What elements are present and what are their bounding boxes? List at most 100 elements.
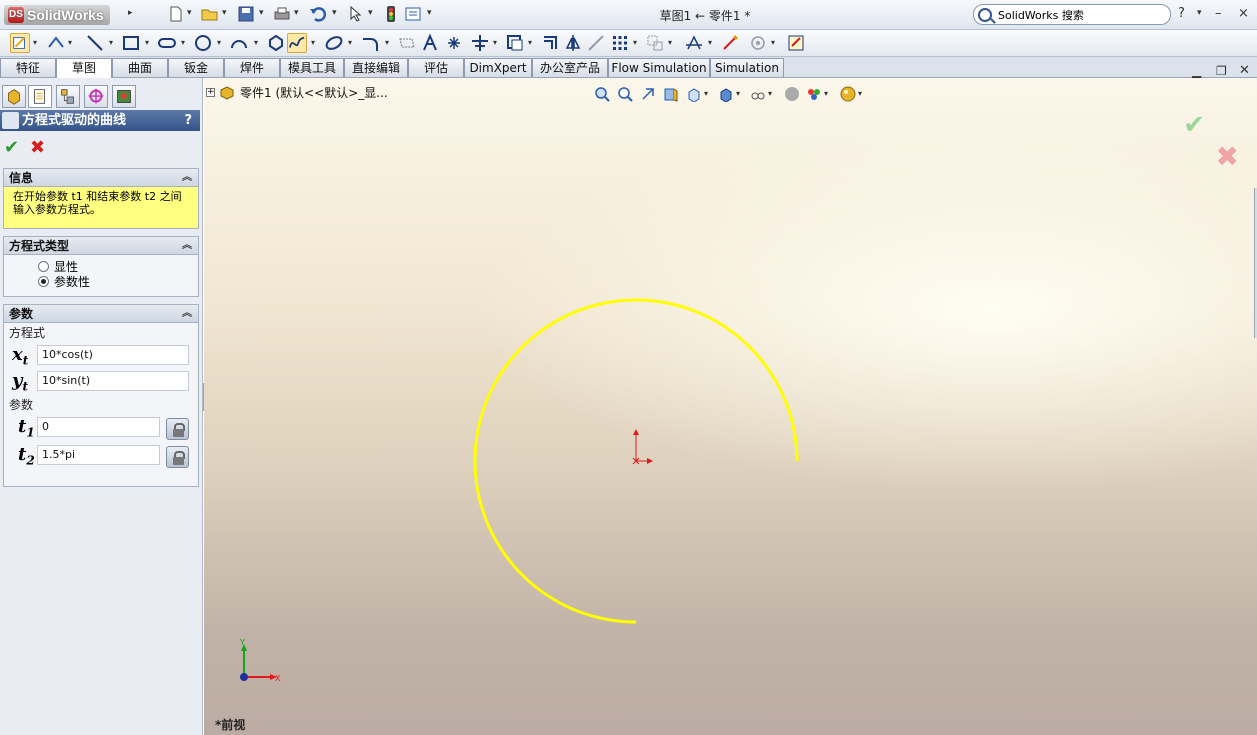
arc-dropdown-arrow[interactable]: ▾ bbox=[254, 38, 258, 47]
tab-sheet-metal[interactable]: 钣金 bbox=[168, 58, 224, 77]
info-message: 在开始参数 t1 和结束参数 t2 之间输入参数方程式。 bbox=[4, 187, 198, 228]
parameters-header[interactable]: 参数 ︽ bbox=[4, 305, 198, 323]
ok-button[interactable]: ✔ bbox=[4, 137, 19, 158]
slot-icon[interactable] bbox=[157, 33, 177, 53]
triad-x-label: X bbox=[275, 674, 281, 683]
linear-pattern-icon[interactable] bbox=[586, 33, 606, 53]
tab-evaluate[interactable]: 评估 bbox=[408, 58, 464, 77]
equation-type-header[interactable]: 方程式类型 ︽ bbox=[4, 237, 198, 255]
tab-office-products[interactable]: 办公室产品 bbox=[532, 58, 608, 77]
property-manager-header: 方程式驱动的曲线 ? bbox=[0, 110, 200, 131]
display-manager-tab-icon[interactable] bbox=[112, 85, 136, 108]
text-icon[interactable] bbox=[420, 33, 440, 53]
doc-minimize-button[interactable]: ▁ bbox=[1192, 64, 1201, 78]
fillet-dropdown-arrow[interactable]: ▾ bbox=[385, 38, 389, 47]
info-group-title: 信息 bbox=[9, 171, 34, 185]
tab-sketch[interactable]: 草图 bbox=[56, 58, 112, 79]
spline-icon[interactable] bbox=[287, 33, 307, 53]
smart-dimension-icon[interactable] bbox=[46, 33, 66, 53]
property-manager-panel: 方程式驱动的曲线 ? ✔ ✖ 信息 ︽ 在开始参数 t1 和结束参数 t2 之间… bbox=[0, 78, 203, 735]
triad-y-label: Y bbox=[239, 638, 245, 647]
dimension-dropdown-arrow[interactable]: ▾ bbox=[68, 38, 72, 47]
radio-parametric-button[interactable] bbox=[38, 276, 49, 287]
title-bar: DS SolidWorks ▸ ▾ ▾ ▾ ▾ ▾ ▾ ▾ 草图1 ← 零件1 *… bbox=[0, 0, 1257, 30]
point-icon[interactable] bbox=[444, 33, 464, 53]
repair-sketch-icon[interactable] bbox=[720, 33, 740, 53]
circle-icon[interactable] bbox=[193, 33, 213, 53]
instant-2d-icon[interactable] bbox=[786, 33, 806, 53]
trim-dropdown-arrow[interactable]: ▾ bbox=[493, 38, 497, 47]
plane-icon[interactable] bbox=[397, 33, 417, 53]
offset-entities-icon[interactable] bbox=[541, 33, 561, 53]
t1-lock-icon[interactable] bbox=[166, 418, 189, 440]
info-group-header[interactable]: 信息 ︽ bbox=[4, 169, 198, 187]
search-box[interactable]: SolidWorks 搜索 bbox=[973, 4, 1171, 25]
slot-dropdown-arrow[interactable]: ▾ bbox=[181, 38, 185, 47]
sketch-origin bbox=[632, 429, 653, 465]
configuration-manager-tab-icon[interactable] bbox=[56, 85, 80, 108]
pattern-dropdown-arrow[interactable]: ▾ bbox=[633, 38, 637, 47]
snaps-dropdown-arrow[interactable]: ▾ bbox=[771, 38, 775, 47]
fillet-icon[interactable] bbox=[360, 33, 380, 53]
quick-snaps-icon[interactable] bbox=[748, 33, 768, 53]
t2-lock-icon[interactable] bbox=[166, 446, 189, 468]
parameters-group: 参数 ︽ 方程式 xt 10*cos(t) yt 10*sin(t) 参数 t1… bbox=[3, 304, 199, 487]
property-help-button[interactable]: ? bbox=[184, 110, 192, 131]
xt-equation-input[interactable]: 10*cos(t) bbox=[37, 345, 189, 365]
relations-dropdown-arrow[interactable]: ▾ bbox=[708, 38, 712, 47]
tab-direct-editing[interactable]: 直接编辑 bbox=[344, 58, 408, 77]
doc-restore-button[interactable]: ❐ bbox=[1216, 64, 1227, 78]
radio-parametric[interactable]: 参数性 bbox=[4, 274, 198, 289]
close-button[interactable]: × bbox=[1238, 6, 1249, 21]
t2-input[interactable]: 1.5*pi bbox=[37, 445, 160, 465]
cancel-button[interactable]: ✖ bbox=[30, 137, 45, 158]
move-entities-icon[interactable] bbox=[645, 33, 665, 53]
doc-close-button[interactable]: ✕ bbox=[1239, 63, 1250, 78]
radio-explicit[interactable]: 显性 bbox=[4, 259, 198, 274]
circle-dropdown-arrow[interactable]: ▾ bbox=[217, 38, 221, 47]
tab-mold-tools[interactable]: 模具工具 bbox=[280, 58, 344, 77]
view-name-label: *前视 bbox=[215, 718, 246, 732]
move-dropdown-arrow[interactable]: ▾ bbox=[668, 38, 672, 47]
ellipse-icon[interactable] bbox=[324, 33, 344, 53]
line-dropdown-arrow[interactable]: ▾ bbox=[109, 38, 113, 47]
tab-dimxpert[interactable]: DimXpert bbox=[464, 58, 532, 77]
tab-surfaces[interactable]: 曲面 bbox=[112, 58, 168, 77]
collapse-icon[interactable]: ︽ bbox=[182, 169, 192, 187]
display-relations-icon[interactable] bbox=[684, 33, 704, 53]
help-dropdown-arrow[interactable]: ▾ bbox=[1197, 8, 1202, 18]
equation-type-group: 方程式类型 ︽ 显性 参数性 bbox=[3, 236, 199, 297]
t1-input[interactable]: 0 bbox=[37, 417, 160, 437]
tab-weldments[interactable]: 焊件 bbox=[224, 58, 280, 77]
tab-simulation[interactable]: Simulation bbox=[710, 58, 784, 77]
radio-explicit-button[interactable] bbox=[38, 261, 49, 272]
arc-icon[interactable] bbox=[229, 33, 249, 53]
help-button[interactable]: ? bbox=[1178, 6, 1185, 21]
yt-equation-input[interactable]: 10*sin(t) bbox=[37, 371, 189, 391]
feature-manager-tab-icon[interactable] bbox=[2, 85, 26, 108]
sketch-dropdown-arrow[interactable]: ▾ bbox=[33, 38, 37, 47]
collapse-icon[interactable]: ︽ bbox=[182, 237, 192, 255]
dimxpert-manager-tab-icon[interactable] bbox=[84, 85, 108, 108]
search-placeholder: SolidWorks 搜索 bbox=[998, 8, 1084, 22]
minimize-button[interactable]: – bbox=[1215, 6, 1222, 21]
spline-dropdown-arrow[interactable]: ▾ bbox=[311, 38, 315, 47]
convert-entities-icon[interactable] bbox=[505, 33, 525, 53]
parameter-label: 参数 bbox=[9, 398, 34, 412]
tab-features[interactable]: 特征 bbox=[0, 58, 56, 77]
parameters-title: 参数 bbox=[9, 307, 34, 321]
convert-dropdown-arrow[interactable]: ▾ bbox=[528, 38, 532, 47]
rectangle-icon[interactable] bbox=[121, 33, 141, 53]
line-icon[interactable] bbox=[85, 33, 105, 53]
mirror-entities-icon[interactable] bbox=[563, 33, 583, 53]
property-manager-tab-icon[interactable] bbox=[28, 85, 52, 108]
trim-entities-icon[interactable] bbox=[470, 33, 490, 53]
sketch-icon[interactable] bbox=[10, 33, 30, 53]
ellipse-dropdown-arrow[interactable]: ▾ bbox=[348, 38, 352, 47]
graphics-area[interactable]: + 零件1 (默认<<默认>_显... ▾ ▾ ▾ ▾ ▾ ✔ ✖ Y X *前… bbox=[204, 78, 1257, 735]
rectangle-dropdown-arrow[interactable]: ▾ bbox=[145, 38, 149, 47]
pattern-grid-icon[interactable] bbox=[610, 33, 630, 53]
collapse-icon[interactable]: ︽ bbox=[182, 305, 192, 323]
tab-flow-simulation[interactable]: Flow Simulation bbox=[608, 58, 710, 77]
polygon-icon[interactable] bbox=[266, 33, 286, 53]
